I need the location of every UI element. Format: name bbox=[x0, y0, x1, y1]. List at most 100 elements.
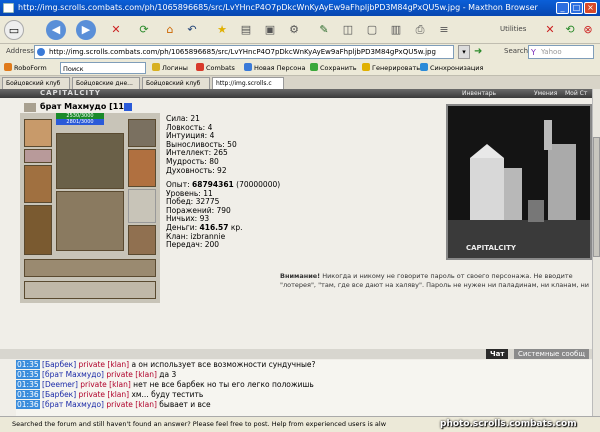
tab-image[interactable]: http://img.scrolls.c bbox=[212, 77, 284, 89]
chat-line: 01:35 [брат Махмудо] private [klan] да 3 bbox=[16, 370, 177, 379]
favorites-star-icon[interactable]: ★ bbox=[212, 20, 232, 40]
roboform-icon bbox=[4, 63, 12, 71]
city-picture[interactable]: CAPITALCITY bbox=[446, 104, 592, 260]
go-icon[interactable]: ➜ bbox=[474, 45, 488, 59]
tab-fight-club-1[interactable]: Бойцовский клуб bbox=[2, 77, 70, 89]
forward-icon[interactable]: ▶ bbox=[76, 20, 96, 40]
shield-slot[interactable] bbox=[128, 225, 156, 255]
screen-icon[interactable]: ▣ bbox=[260, 20, 280, 40]
util-refresh-icon[interactable]: ⟲ bbox=[560, 20, 580, 40]
feed-icon[interactable]: ▤ bbox=[236, 20, 256, 40]
game-logo: CAPITALCITY bbox=[40, 89, 101, 97]
vertical-scrollbar[interactable] bbox=[592, 89, 600, 416]
address-bar: Address http://img.scrolls.combats.com/p… bbox=[0, 44, 600, 60]
minimize-button[interactable]: _ bbox=[556, 2, 569, 14]
sync-link[interactable]: Синхронизация bbox=[420, 62, 483, 74]
save-icon bbox=[310, 63, 318, 71]
mana-bar: 2801/3000 bbox=[56, 119, 104, 125]
search-input[interactable]: Y Yahoo bbox=[528, 45, 594, 59]
roboform-link[interactable]: RoboForm bbox=[4, 62, 47, 74]
refresh-icon[interactable]: ⟳ bbox=[134, 20, 154, 40]
tab-system-messages[interactable]: Системные сообщ bbox=[514, 349, 589, 359]
logins-link[interactable]: Логины bbox=[152, 62, 188, 74]
app-icon bbox=[3, 3, 14, 13]
helmet-slot[interactable] bbox=[24, 119, 52, 147]
address-dropdown-icon[interactable]: ▾ bbox=[458, 45, 470, 59]
util-stop-icon[interactable]: ⊗ bbox=[578, 20, 598, 40]
key-icon bbox=[152, 63, 160, 71]
address-input[interactable]: http://img.scrolls.combats.com/ph/106589… bbox=[34, 45, 454, 59]
window-title: http://img.scrolls.combats.com/ph/106589… bbox=[18, 3, 538, 12]
util-close-icon[interactable]: ✕ bbox=[540, 20, 560, 40]
combats-icon bbox=[196, 63, 204, 71]
warning-title: Внимание! bbox=[280, 272, 321, 280]
undo-icon[interactable]: ↶ bbox=[182, 20, 202, 40]
gloves-slot[interactable] bbox=[128, 149, 156, 187]
utilities-label[interactable]: Utilities bbox=[500, 25, 526, 33]
persona-icon bbox=[244, 63, 252, 71]
stat-spirituality: Духовность: 92 bbox=[166, 165, 227, 175]
search-label: Search bbox=[504, 47, 529, 55]
nav-my-status[interactable]: Мой Ст bbox=[565, 89, 587, 98]
avatar bbox=[56, 191, 124, 251]
chat-line: 01:35 [Deemer] private [klan] нет не все… bbox=[16, 380, 314, 389]
transfers: Передач: 200 bbox=[166, 240, 220, 250]
status-text: Searched the forum and still haven't fou… bbox=[12, 420, 387, 428]
scroll-thumb[interactable] bbox=[593, 137, 600, 257]
chat-line: 01:35 [Барбек] private [klan] а он испол… bbox=[16, 360, 316, 369]
save-link[interactable]: Сохранить bbox=[310, 62, 357, 74]
watermark: photo.scrolls.combats.com bbox=[440, 419, 577, 429]
combats-link[interactable]: Combats bbox=[196, 62, 235, 74]
tab-fight-club-2[interactable]: Бойцовский клуб bbox=[142, 77, 210, 89]
warning-text: Никогда и никому не говорите пароль от с… bbox=[280, 272, 589, 289]
new-tab-icon[interactable]: ▭ bbox=[4, 20, 24, 40]
window-icon[interactable]: ▢ bbox=[362, 20, 382, 40]
inventory-panel bbox=[20, 113, 160, 303]
chat-line: 01:36 [Барбек] private [klan] хм... буду… bbox=[16, 390, 204, 399]
chat-line: 01:36 [брат Махмудо] private [klan] быва… bbox=[16, 400, 211, 409]
status-bar: Searched the forum and still haven't fou… bbox=[0, 416, 600, 432]
weapon-slot[interactable] bbox=[24, 165, 52, 203]
tab-bar: Бойцовский клуб Бойцовские дне... Бойцов… bbox=[0, 76, 600, 89]
close-button[interactable]: × bbox=[584, 2, 597, 14]
crossed-swords-icon bbox=[128, 189, 156, 223]
nav-skills[interactable]: Умения bbox=[534, 89, 557, 98]
spell-slots[interactable] bbox=[24, 281, 156, 299]
stop-icon[interactable]: ✕ bbox=[106, 20, 126, 40]
stats-block: Сила: 21 Ловкость: 4 Интуиция: 4 Выносли… bbox=[166, 114, 237, 175]
tools-icon[interactable]: ⚙ bbox=[284, 20, 304, 40]
picture-caption: CAPITALCITY bbox=[466, 244, 516, 252]
search-placeholder: Yahoo bbox=[541, 48, 562, 56]
security-warning: Внимание! Никогда и никому не говорите п… bbox=[280, 272, 592, 290]
sync-icon bbox=[420, 63, 428, 71]
generate-link[interactable]: Генерировать bbox=[362, 62, 420, 74]
menu-icon[interactable]: ≡ bbox=[434, 20, 454, 40]
new-persona-link[interactable]: Новая Персона bbox=[244, 62, 305, 74]
armor-slot[interactable] bbox=[24, 205, 52, 255]
maximize-button[interactable]: □ bbox=[570, 2, 583, 14]
info-icon[interactable] bbox=[124, 103, 132, 111]
links-bar: RoboForm Поиск Логины Combats Новая Перс… bbox=[0, 60, 600, 76]
home-icon[interactable]: ⌂ bbox=[160, 20, 180, 40]
nav-inventory[interactable]: Инвентарь bbox=[462, 89, 496, 98]
address-label: Address bbox=[6, 47, 34, 55]
address-url: http://img.scrolls.combats.com/ph/106589… bbox=[49, 48, 436, 56]
links-search-input[interactable]: Поиск bbox=[60, 62, 146, 74]
title-bar: http://img.scrolls.combats.com/ph/106589… bbox=[0, 0, 600, 16]
tab-fight-days[interactable]: Бойцовские дне... bbox=[72, 77, 140, 89]
layout-icon[interactable]: ▥ bbox=[386, 20, 406, 40]
print-icon[interactable]: ⎙ bbox=[410, 20, 430, 40]
belt-slots[interactable] bbox=[24, 259, 156, 277]
page-icon bbox=[37, 48, 45, 56]
back-icon[interactable]: ◀ bbox=[46, 20, 66, 40]
clan-emblem-icon bbox=[24, 103, 36, 112]
city-night-image bbox=[448, 106, 590, 258]
split-icon[interactable]: ◫ bbox=[338, 20, 358, 40]
character-name: брат Махмудо [11] bbox=[40, 102, 128, 111]
bracer-slot[interactable] bbox=[24, 149, 52, 163]
generate-icon bbox=[362, 63, 370, 71]
amulet-slot[interactable] bbox=[128, 119, 156, 147]
mouse-gesture-icon[interactable]: ✎ bbox=[314, 20, 334, 40]
rings-grid[interactable] bbox=[56, 133, 124, 189]
tab-chat[interactable]: Чат bbox=[486, 349, 509, 359]
